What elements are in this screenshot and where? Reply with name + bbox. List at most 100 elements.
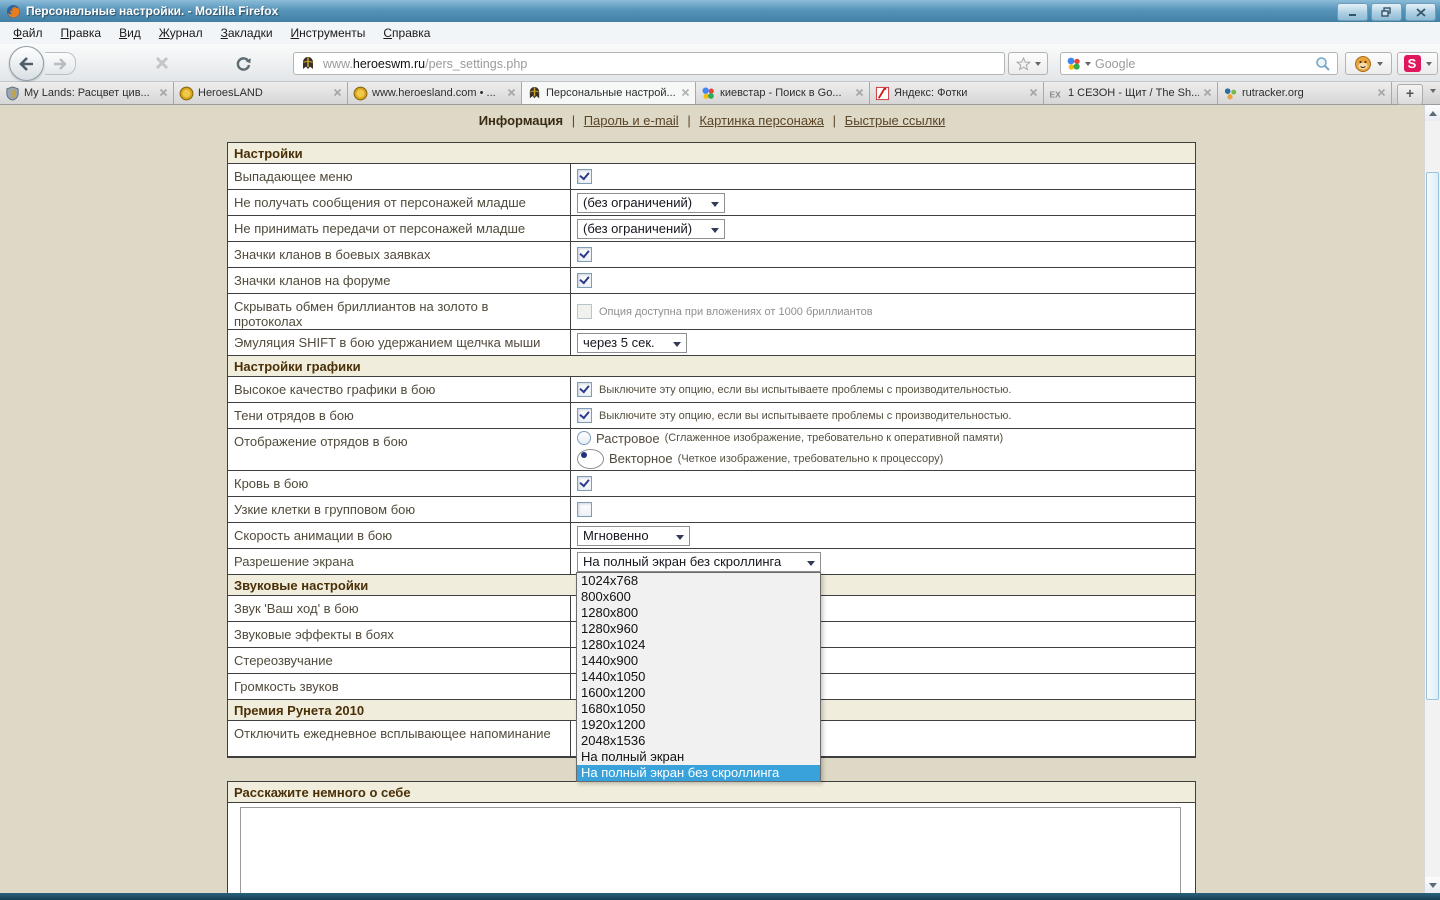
- google-icon: [701, 86, 716, 101]
- select-arrow-icon: [711, 202, 719, 207]
- tab-label: 1 СЕЗОН - Щит / The Sh...: [1068, 87, 1199, 99]
- dropdown-option[interactable]: На полный экран: [577, 749, 820, 765]
- tab-4[interactable]: Персональные настрой...: [522, 82, 696, 104]
- menu-bookmarks[interactable]: Закладки: [212, 24, 282, 42]
- dropdown-option[interactable]: 2048x1536: [577, 733, 820, 749]
- settings-row: Узкие клетки в групповом бою: [228, 497, 1195, 523]
- google-engine-icon[interactable]: [1066, 56, 1082, 72]
- dropdown-option[interactable]: 1280x800: [577, 605, 820, 621]
- row-label: Скорость анимации в бою: [228, 523, 571, 548]
- url-bar[interactable]: www.heroeswm.ru/pers_settings.php: [293, 52, 1005, 75]
- select[interactable]: (без ограничений): [577, 193, 725, 213]
- url-text: www.heroeswm.ru/pers_settings.php: [323, 57, 527, 71]
- checkbox[interactable]: [577, 476, 592, 491]
- tab-8[interactable]: rutracker.org: [1218, 82, 1392, 104]
- about-textarea[interactable]: [240, 807, 1181, 893]
- tab-3[interactable]: www.heroesland.com • ...: [348, 82, 522, 104]
- checkbox[interactable]: [577, 502, 592, 517]
- addon-monkey-dropdown-icon[interactable]: [1377, 62, 1383, 66]
- search-box[interactable]: Google: [1060, 52, 1338, 75]
- dropdown-option[interactable]: 1440x1050: [577, 669, 820, 685]
- s-logo-icon: S: [1404, 55, 1421, 72]
- tab-close-icon[interactable]: [1377, 84, 1386, 102]
- menu-edit[interactable]: Правка: [52, 24, 111, 42]
- dropdown-option[interactable]: 1600x1200: [577, 685, 820, 701]
- scroll-up-icon: [1429, 111, 1437, 116]
- tab-close-icon[interactable]: [855, 84, 864, 102]
- row-control: Выключите эту опцию, если вы испытываете…: [571, 403, 1195, 428]
- select[interactable]: (без ограничений): [577, 219, 725, 239]
- dropdown-option[interactable]: 1280x960: [577, 621, 820, 637]
- tab-close-icon[interactable]: [333, 84, 342, 102]
- coin-icon: [179, 86, 194, 101]
- tab-close-icon[interactable]: [1029, 84, 1038, 102]
- dropdown-option[interactable]: 1680x1050: [577, 701, 820, 717]
- dropdown-option[interactable]: На полный экран без скроллинга: [577, 765, 820, 781]
- tab-1[interactable]: My Lands: Расцвет цив...: [0, 82, 174, 104]
- reload-button[interactable]: [230, 53, 256, 73]
- scroll-down-button[interactable]: [1425, 877, 1440, 893]
- menu-bar: Файл Правка Вид Журнал Закладки Инструме…: [0, 22, 1440, 44]
- row-label: Эмуляция SHIFT в бою удержанием щелчка м…: [228, 330, 571, 355]
- tab-7[interactable]: EX1 СЕЗОН - Щит / The Sh...: [1044, 82, 1218, 104]
- page-nav-link-avatar[interactable]: Картинка персонажа: [699, 113, 824, 128]
- select[interactable]: Мгновенно: [577, 526, 690, 546]
- dropdown-option[interactable]: 1920x1200: [577, 717, 820, 733]
- checkbox[interactable]: [577, 408, 592, 423]
- addon-monkey-button[interactable]: [1345, 52, 1392, 75]
- dropdown-option[interactable]: 1024x768: [577, 573, 820, 589]
- addon-s-dropdown-icon[interactable]: [1426, 62, 1432, 66]
- back-button[interactable]: [9, 46, 44, 81]
- tab-close-icon[interactable]: [159, 84, 168, 102]
- search-input[interactable]: Google: [1095, 57, 1315, 71]
- bookmark-dropdown-icon[interactable]: [1035, 62, 1041, 66]
- scroll-up-button[interactable]: [1425, 105, 1440, 121]
- tab-overflow-icon[interactable]: [1430, 89, 1436, 93]
- scrollbar-thumb[interactable]: [1426, 172, 1439, 700]
- checkbox[interactable]: [577, 247, 592, 262]
- select[interactable]: через 5 сек.: [577, 333, 687, 353]
- checkbox[interactable]: [577, 382, 592, 397]
- vertical-scrollbar[interactable]: [1424, 105, 1440, 893]
- tab-2[interactable]: HeroesLAND: [174, 82, 348, 104]
- tab-5[interactable]: киевстар - Поиск в Go...: [696, 82, 870, 104]
- search-engine-dropdown-icon[interactable]: [1085, 62, 1091, 66]
- menu-view[interactable]: Вид: [110, 24, 150, 42]
- resolution-select[interactable]: На полный экран без скроллинга: [577, 552, 821, 572]
- page-nav-link-quicklinks[interactable]: Быстрые ссылки: [845, 113, 946, 128]
- new-tab-button[interactable]: +: [1397, 84, 1423, 105]
- checkbox[interactable]: [577, 273, 592, 288]
- control-note: Выключите эту опцию, если вы испытываете…: [599, 384, 1011, 396]
- menu-help[interactable]: Справка: [374, 24, 439, 42]
- menu-tools[interactable]: Инструменты: [282, 24, 375, 42]
- radio-option[interactable]: Растровое(Сглаженное изображение, требов…: [577, 431, 1003, 446]
- forward-arrow-icon: [53, 58, 67, 70]
- addon-s-button[interactable]: S: [1397, 52, 1438, 75]
- radio-button[interactable]: [577, 431, 591, 445]
- close-button[interactable]: [1405, 3, 1436, 21]
- select-arrow-icon: [711, 228, 719, 233]
- forward-button[interactable]: [45, 52, 76, 75]
- restore-button[interactable]: [1371, 3, 1402, 21]
- checkbox[interactable]: [577, 169, 592, 184]
- firefox-icon: [6, 4, 21, 19]
- page-nav-link-password[interactable]: Пароль и e-mail: [584, 113, 679, 128]
- stop-button[interactable]: [149, 53, 175, 73]
- minimize-button[interactable]: [1337, 3, 1368, 21]
- tab-close-icon[interactable]: [507, 84, 516, 102]
- tab-label: киевстар - Поиск в Go...: [720, 87, 851, 99]
- tab-close-icon[interactable]: [1203, 84, 1212, 102]
- dropdown-option[interactable]: 1280x1024: [577, 637, 820, 653]
- tab-6[interactable]: Яндекс: Фотки: [870, 82, 1044, 104]
- bookmark-star-button[interactable]: [1008, 52, 1048, 75]
- radio-button[interactable]: [577, 449, 604, 469]
- search-magnifier-icon[interactable]: [1315, 56, 1331, 72]
- dropdown-option[interactable]: 1440x900: [577, 653, 820, 669]
- dropdown-option[interactable]: 800x600: [577, 589, 820, 605]
- row-label: Кровь в бою: [228, 471, 571, 496]
- menu-history[interactable]: Журнал: [150, 24, 212, 42]
- row-label: Значки кланов на форуме: [228, 268, 571, 293]
- menu-file[interactable]: Файл: [4, 24, 52, 42]
- tab-close-icon[interactable]: [681, 84, 690, 102]
- radio-option[interactable]: Векторное(Четкое изображение, требовател…: [577, 449, 943, 469]
